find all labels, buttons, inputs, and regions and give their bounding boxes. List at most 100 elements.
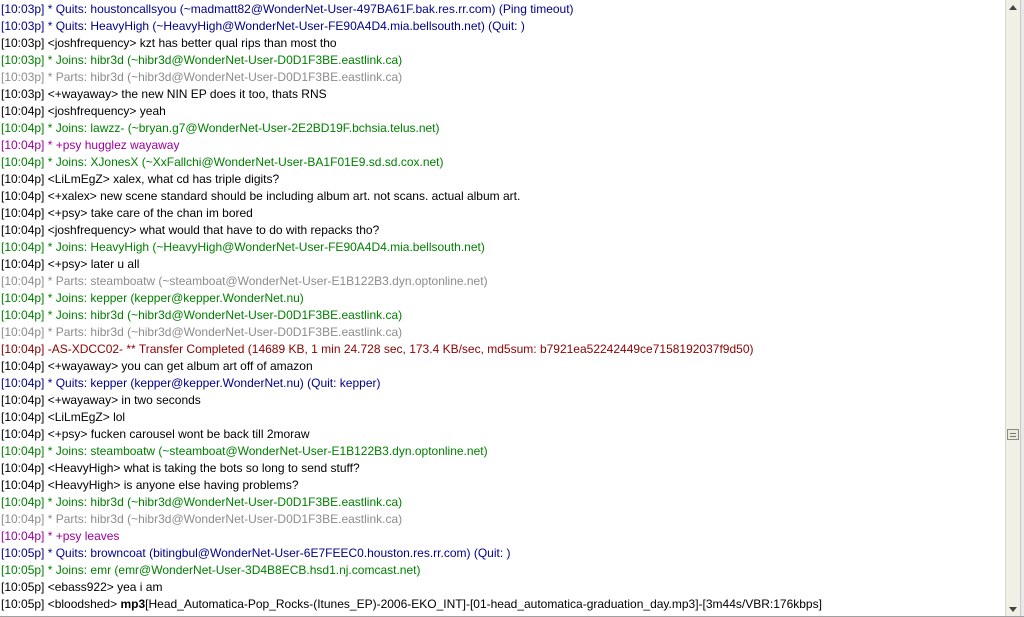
- chat-line: [10:04p] <+psy> fucken carousel wont be …: [1, 426, 1001, 443]
- message-rest-text: [Head_Automatica-Pop_Rocks-(Itunes_EP)-2…: [145, 597, 822, 611]
- chat-line: [10:03p] * Quits: houstoncallsyou (~madm…: [1, 1, 1001, 18]
- chat-line: [10:04p] <+psy> take care of the chan im…: [1, 205, 1001, 222]
- chat-log[interactable]: [10:03p] * Quits: houstoncallsyou (~madm…: [1, 1, 1001, 615]
- message-text: <ebass922> yea i am: [44, 580, 163, 594]
- timestamp: [10:04p]: [1, 291, 45, 305]
- chat-line: [10:04p] -AS-XDCC02- ** Transfer Complet…: [1, 341, 1001, 358]
- timestamp: [10:04p]: [1, 495, 45, 509]
- chat-line: [10:04p] * Parts: hibr3d (~hibr3d@Wonder…: [1, 324, 1001, 341]
- message-text: * Joins: hibr3d (~hibr3d@WonderNet-User-…: [44, 495, 403, 509]
- window-edge: [1020, 0, 1024, 616]
- chat-line: [10:04p] * Joins: hibr3d (~hibr3d@Wonder…: [1, 307, 1001, 324]
- message-text: <bloodshed>: [44, 597, 121, 611]
- chat-line: [10:03p] * Joins: hibr3d (~hibr3d@Wonder…: [1, 52, 1001, 69]
- message-text: <+psy> take care of the chan im bored: [44, 206, 253, 220]
- chat-line: [10:04p] * Parts: steamboatw (~steamboat…: [1, 273, 1001, 290]
- timestamp: [10:04p]: [1, 461, 45, 475]
- timestamp: [10:03p]: [1, 2, 45, 16]
- message-text: <joshfrequency> what would that have to …: [44, 223, 380, 237]
- timestamp: [10:04p]: [1, 376, 45, 390]
- chat-line: [10:05p] * Joins: emr (emr@WonderNet-Use…: [1, 562, 1001, 579]
- timestamp: [10:04p]: [1, 155, 45, 169]
- chat-line: [10:04p] <+xalex> new scene standard sho…: [1, 188, 1001, 205]
- timestamp: [10:05p]: [1, 580, 45, 594]
- timestamp: [10:04p]: [1, 240, 45, 254]
- timestamp: [10:04p]: [1, 274, 45, 288]
- chat-line: [10:04p] * Joins: steamboatw (~steamboat…: [1, 443, 1001, 460]
- message-text: <joshfrequency> kzt has better qual rips…: [44, 36, 337, 50]
- chat-line: [10:03p] <+wayaway> the new NIN EP does …: [1, 86, 1001, 103]
- scroll-up-button[interactable]: [1006, 0, 1020, 14]
- timestamp: [10:05p]: [1, 546, 45, 560]
- timestamp: [10:05p]: [1, 597, 45, 611]
- timestamp: [10:04p]: [1, 104, 45, 118]
- message-text: <LiLmEgZ> lol: [44, 410, 126, 424]
- timestamp: [10:04p]: [1, 257, 45, 271]
- message-text: * Joins: emr (emr@WonderNet-User-3D4B8EC…: [44, 563, 421, 577]
- chat-line: [10:04p] * Joins: kepper (kepper@kepper.…: [1, 290, 1001, 307]
- scroll-thumb[interactable]: [1007, 429, 1019, 440]
- message-text: * Joins: kepper (kepper@kepper.WonderNet…: [44, 291, 304, 305]
- chat-line: [10:03p] <joshfrequency> kzt has better …: [1, 35, 1001, 52]
- timestamp: [10:04p]: [1, 189, 45, 203]
- message-text: * Joins: hibr3d (~hibr3d@WonderNet-User-…: [44, 308, 403, 322]
- timestamp: [10:03p]: [1, 36, 45, 50]
- chat-line: [10:04p] * Joins: hibr3d (~hibr3d@Wonder…: [1, 494, 1001, 511]
- scroll-down-button[interactable]: [1006, 602, 1020, 616]
- chat-line: [10:05p] <ebass922> yea i am: [1, 579, 1001, 596]
- timestamp: [10:04p]: [1, 223, 45, 237]
- chat-line: [10:04p] <joshfrequency> what would that…: [1, 222, 1001, 239]
- timestamp: [10:04p]: [1, 172, 45, 186]
- chat-line: [10:04p] <LiLmEgZ> xalex, what cd has tr…: [1, 171, 1001, 188]
- message-text: * Quits: browncoat (bitingbul@WonderNet-…: [44, 546, 511, 560]
- message-text: * Parts: hibr3d (~hibr3d@WonderNet-User-…: [44, 325, 403, 339]
- timestamp: [10:04p]: [1, 512, 45, 526]
- message-text: <+xalex> new scene standard should be in…: [44, 189, 521, 203]
- timestamp: [10:05p]: [1, 563, 45, 577]
- timestamp: [10:04p]: [1, 206, 45, 220]
- chat-line: [10:04p] <HeavyHigh> what is taking the …: [1, 460, 1001, 477]
- chat-line: [10:04p] <joshfrequency> yeah: [1, 103, 1001, 120]
- message-text: * Joins: hibr3d (~hibr3d@WonderNet-User-…: [44, 53, 403, 67]
- timestamp: [10:03p]: [1, 87, 45, 101]
- vertical-scrollbar[interactable]: [1005, 0, 1020, 616]
- message-text: * Joins: HeavyHigh (~HeavyHigh@WonderNet…: [44, 240, 485, 254]
- timestamp: [10:04p]: [1, 444, 45, 458]
- timestamp: [10:04p]: [1, 359, 45, 373]
- timestamp: [10:04p]: [1, 478, 45, 492]
- chat-line: [10:04p] <HeavyHigh> is anyone else havi…: [1, 477, 1001, 494]
- message-text: * +psy leaves: [44, 529, 120, 543]
- chat-line: [10:05p] <bloodshed> mp3[Head_Automatica…: [1, 596, 1001, 613]
- timestamp: [10:04p]: [1, 308, 45, 322]
- message-text: -AS-XDCC02- ** Transfer Completed (14689…: [44, 342, 754, 356]
- message-text: * Quits: HeavyHigh (~HeavyHigh@WonderNet…: [44, 19, 525, 33]
- message-text: <+wayaway> the new NIN EP does it too, t…: [44, 87, 327, 101]
- message-text: <joshfrequency> yeah: [44, 104, 166, 118]
- message-text: <+wayaway> in two seconds: [44, 393, 201, 407]
- chat-line: [10:04p] * Joins: HeavyHigh (~HeavyHigh@…: [1, 239, 1001, 256]
- timestamp: [10:04p]: [1, 529, 45, 543]
- chat-line: [10:04p] * +psy hugglez wayaway: [1, 137, 1001, 154]
- message-text: * Quits: kepper (kepper@kepper.WonderNet…: [44, 376, 381, 390]
- chat-line: [10:03p] * Parts: hibr3d (~hibr3d@Wonder…: [1, 69, 1001, 86]
- timestamp: [10:04p]: [1, 410, 45, 424]
- timestamp: [10:04p]: [1, 342, 45, 356]
- timestamp: [10:03p]: [1, 19, 45, 33]
- chat-line: [10:04p] * Joins: lawzz- (~bryan.g7@Wond…: [1, 120, 1001, 137]
- message-text: <+psy> fucken carousel wont be back till…: [44, 427, 310, 441]
- chat-line: [10:03p] * Quits: HeavyHigh (~HeavyHigh@…: [1, 18, 1001, 35]
- message-text: <+psy> later u all: [44, 257, 140, 271]
- message-text: * Quits: houstoncallsyou (~madmatt82@Won…: [44, 2, 574, 16]
- irc-window: [10:03p] * Quits: houstoncallsyou (~madm…: [0, 0, 1024, 617]
- message-text: * Parts: steamboatw (~steamboat@WonderNe…: [44, 274, 488, 288]
- timestamp: [10:04p]: [1, 427, 45, 441]
- chat-line: [10:04p] <+psy> later u all: [1, 256, 1001, 273]
- message-text: <LiLmEgZ> xalex, what cd has triple digi…: [44, 172, 280, 186]
- chat-line: [10:04p] * Quits: kepper (kepper@kepper.…: [1, 375, 1001, 392]
- message-text: <HeavyHigh> is anyone else having proble…: [44, 478, 299, 492]
- timestamp: [10:04p]: [1, 393, 45, 407]
- chat-line: [10:04p] * Parts: hibr3d (~hibr3d@Wonder…: [1, 511, 1001, 528]
- timestamp: [10:04p]: [1, 325, 45, 339]
- chat-line: [10:05p] * Quits: browncoat (bitingbul@W…: [1, 545, 1001, 562]
- arrow-up-icon: [1009, 4, 1017, 10]
